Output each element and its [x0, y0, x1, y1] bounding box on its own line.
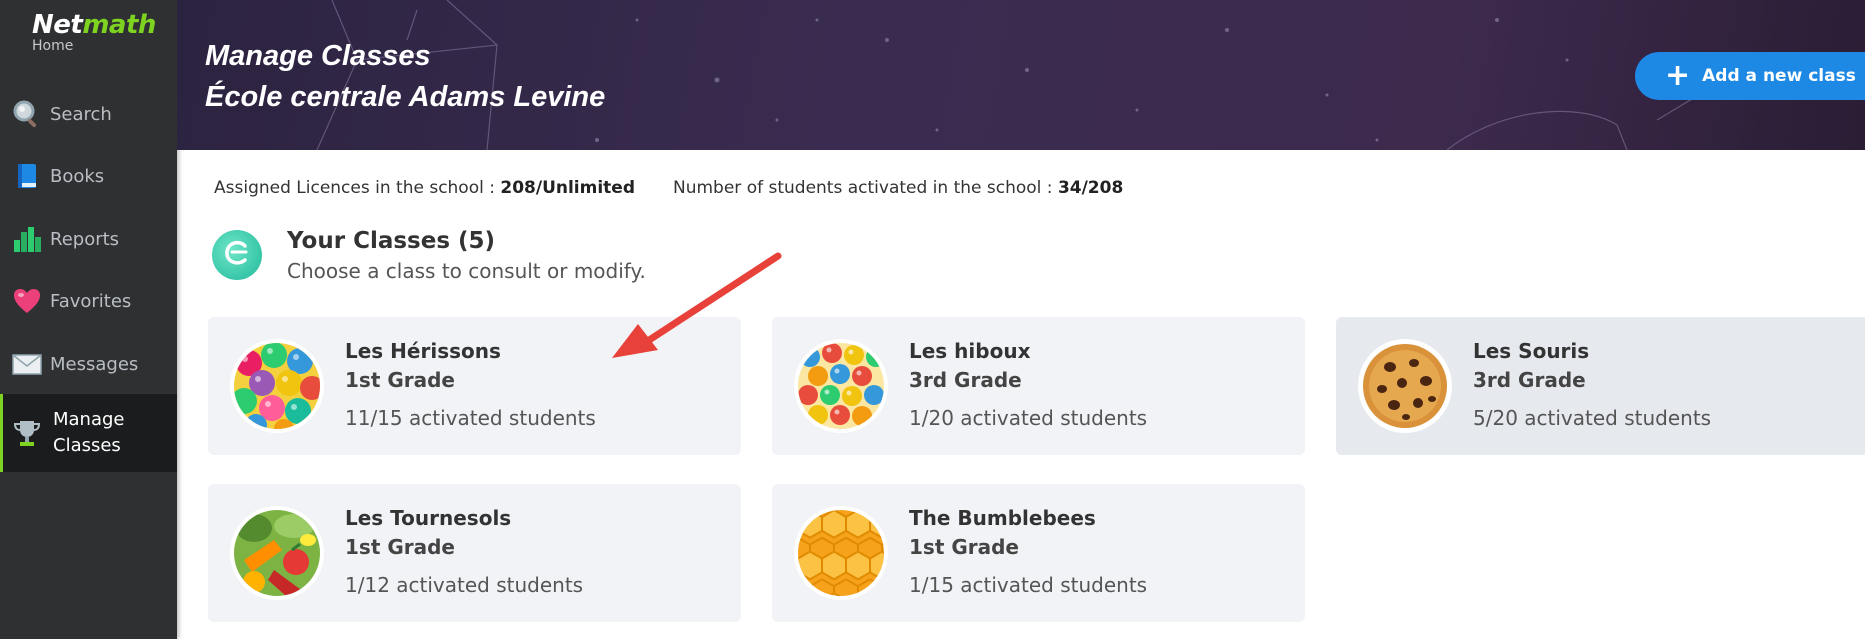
licences-stat: Assigned Licences in the school : 208/Un…	[214, 178, 635, 198]
netmath-logo[interactable]: Netmath Home	[32, 10, 156, 54]
sidebar: Netmath Home Search Books Reports Favori…	[0, 0, 177, 639]
sidebar-item-label: Search	[50, 103, 112, 125]
students-stat: Number of students activated in the scho…	[673, 178, 1123, 198]
vegetables-image	[230, 506, 324, 600]
add-class-button-label: Add a new class	[1702, 66, 1856, 86]
class-name: Les hiboux	[909, 339, 1031, 363]
sidebar-item-label: Reports	[50, 228, 120, 250]
honeycomb-image	[794, 506, 888, 600]
annotation-arrow-icon	[612, 252, 782, 358]
class-name: Les Tournesols	[345, 506, 512, 530]
logo-wordmark: Netmath	[32, 10, 156, 40]
class-card-the-bumblebees[interactable]: The Bumblebees 1st Grade 1/15 activated …	[772, 484, 1305, 622]
class-name: Les Hérissons	[345, 339, 501, 363]
class-name: The Bumblebees	[909, 506, 1096, 530]
page-title: Manage Classes École centrale Adams Levi…	[205, 36, 605, 118]
class-grade: 1st Grade	[345, 368, 455, 392]
students-value: 34/208	[1057, 178, 1124, 198]
sidebar-item-reports[interactable]: Reports	[0, 208, 177, 270]
sidebar-item-label: Books	[50, 165, 105, 187]
sidebar-item-label: Messages	[50, 353, 139, 375]
class-student-count: 1/12 activated students	[345, 573, 584, 597]
colored-balls-image	[794, 339, 888, 433]
trophy-icon	[12, 418, 42, 448]
class-name: Les Souris	[1473, 339, 1590, 363]
add-class-button[interactable]: + Add a new class	[1635, 52, 1865, 100]
class-student-count: 1/20 activated students	[909, 406, 1148, 430]
class-grade: 1st Grade	[909, 535, 1019, 559]
logo-home-label: Home	[32, 38, 74, 54]
cookie-image	[1358, 339, 1452, 433]
class-grade: 1st Grade	[345, 535, 455, 559]
students-label: Number of students activated in the scho…	[673, 178, 1053, 198]
licences-value: 208/Unlimited	[500, 178, 635, 198]
sidebar-item-manage-classes[interactable]: Manage Classes	[0, 394, 177, 472]
class-student-count: 5/20 activated students	[1473, 406, 1712, 430]
sidebar-item-label: Manage Classes	[53, 409, 125, 456]
classes-logo-icon	[212, 230, 262, 280]
page-title-line1: Manage Classes	[205, 40, 431, 72]
licences-label: Assigned Licences in the school :	[214, 178, 495, 198]
bar-chart-icon	[12, 224, 42, 254]
class-student-count: 1/15 activated students	[909, 573, 1148, 597]
page-header: Manage Classes École centrale Adams Levi…	[177, 0, 1865, 150]
search-icon	[12, 99, 42, 129]
heart-icon	[12, 286, 42, 316]
classes-heading: Your Classes (5)	[287, 228, 496, 254]
class-grade: 3rd Grade	[909, 368, 1022, 392]
classes-subtitle: Choose a class to consult or modify.	[287, 259, 646, 283]
class-card-les-tournesols[interactable]: Les Tournesols 1st Grade 1/12 activated …	[208, 484, 741, 622]
class-grade: 3rd Grade	[1473, 368, 1586, 392]
plus-icon: +	[1665, 58, 1691, 93]
envelope-icon	[12, 349, 42, 379]
book-icon	[12, 161, 42, 191]
sidebar-item-search[interactable]: Search	[0, 83, 177, 145]
sidebar-item-messages[interactable]: Messages	[0, 333, 177, 395]
class-student-count: 11/15 activated students	[345, 406, 596, 430]
class-card-les-souris[interactable]: Les Souris 3rd Grade 5/20 activated stud…	[1336, 317, 1865, 455]
gumballs-image	[230, 339, 324, 433]
sidebar-item-books[interactable]: Books	[0, 145, 177, 207]
class-card-les-hiboux[interactable]: Les hiboux 3rd Grade 1/20 activated stud…	[772, 317, 1305, 455]
school-name: École centrale Adams Levine	[205, 81, 606, 113]
sidebar-item-favorites[interactable]: Favorites	[0, 270, 177, 332]
sidebar-item-label: Favorites	[50, 290, 132, 312]
